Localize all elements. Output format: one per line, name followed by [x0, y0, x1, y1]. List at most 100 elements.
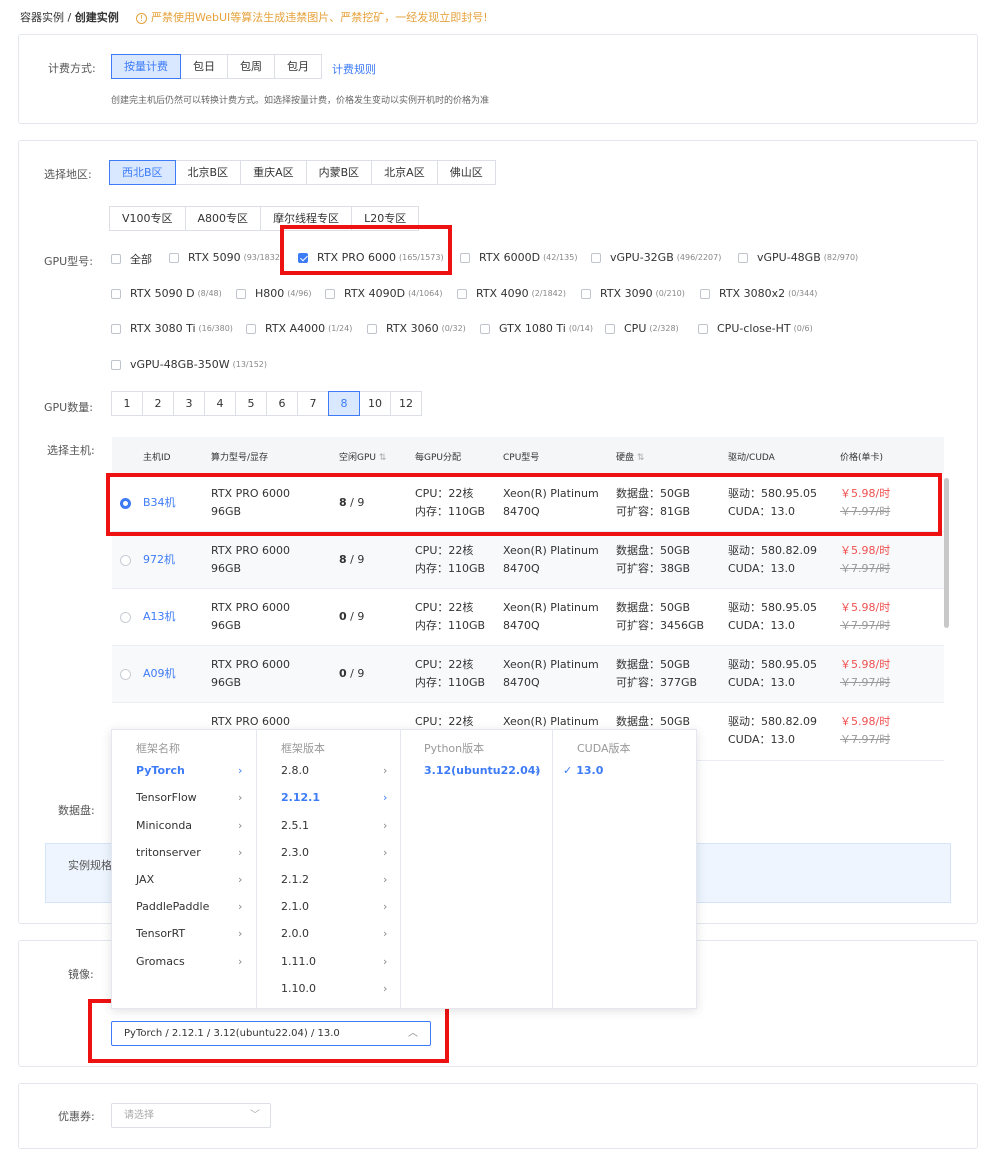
data-disk-label: 数据盘:: [58, 804, 95, 817]
billing-option-payg[interactable]: 按量计费: [111, 54, 181, 79]
gpu-count-option[interactable]: 12: [390, 391, 422, 416]
gpu-check-item[interactable]: RTX 4090D (4/1064): [325, 287, 442, 300]
gpu-count-option[interactable]: 1: [111, 391, 143, 416]
framework-option[interactable]: tritonserver: [136, 846, 201, 864]
billing-option-daily[interactable]: 包日: [180, 54, 228, 79]
table-row[interactable]: A13机 RTX PRO 6000 96GB 0 / 9 CPU：22核 内存：11…: [112, 589, 944, 646]
region-options: 西北B区 北京B区 重庆A区 内蒙B区 北京A区 佛山区: [109, 160, 496, 185]
framework-option[interactable]: TensorRT: [136, 927, 185, 945]
col-free-gpu[interactable]: 空闲GPU: [339, 450, 386, 463]
version-option[interactable]: 2.1.0: [281, 900, 309, 918]
gpu-check-item[interactable]: RTX 5090 (93/1832): [169, 251, 283, 264]
gpu-check-item[interactable]: vGPU-48GB-350W (13/152): [111, 358, 267, 371]
gpu-count-option[interactable]: 10: [359, 391, 391, 416]
billing-note: 创建完主机后仍然可以转换计费方式。如选择按量计费，价格发生变动以实例开机时的价格…: [111, 96, 490, 106]
framework-option[interactable]: PaddlePaddle: [136, 900, 209, 918]
radio-icon[interactable]: [120, 555, 131, 566]
zone-option[interactable]: A800专区: [184, 206, 262, 231]
table-row[interactable]: 972机 RTX PRO 6000 96GB 8 / 9 CPU：22核 内存：11…: [112, 532, 944, 589]
framework-option[interactable]: Miniconda: [136, 819, 192, 837]
image-label: 镜像:: [68, 968, 94, 981]
chevron-right-icon: ›: [383, 955, 388, 968]
region-option[interactable]: 内蒙B区: [305, 160, 373, 185]
python-option[interactable]: 3.12(ubuntu22.04): [424, 764, 540, 782]
version-option[interactable]: 2.0.0: [281, 927, 309, 945]
region-option[interactable]: 北京B区: [174, 160, 242, 185]
version-option[interactable]: 2.5.1: [281, 819, 309, 837]
region-option[interactable]: 西北B区: [109, 160, 176, 185]
gpu-count-option[interactable]: 2: [142, 391, 174, 416]
gpu-check-item[interactable]: GTX 1080 Ti (0/14): [480, 322, 593, 335]
zone-option[interactable]: V100专区: [109, 206, 186, 231]
billing-rules-link[interactable]: 计费规则: [332, 61, 376, 77]
col-driver: 驱动/CUDA: [728, 453, 775, 463]
breadcrumb-sep: /: [67, 11, 72, 24]
version-option[interactable]: 2.3.0: [281, 846, 309, 864]
gpu-count-label: GPU数量:: [44, 401, 93, 414]
gpu-check-item[interactable]: vGPU-32GB (496/2207): [591, 251, 721, 264]
gpu-check-item[interactable]: vGPU-48GB (82/970): [738, 251, 858, 264]
coupon-label: 优惠券:: [58, 1110, 95, 1123]
version-column: 框架版本 2.8.0 › 2.12.1 › 2.5.1 › 2.3.0 › 2.1.2 ›…: [257, 730, 401, 1008]
chevron-right-icon: ›: [383, 764, 388, 777]
framework-option[interactable]: JAX: [136, 873, 154, 891]
chevron-right-icon: ›: [238, 764, 243, 777]
framework-column: 框架名称 PyTorch › TensorFlow › Miniconda › tri…: [112, 730, 257, 1008]
python-column: Python版本 3.12(ubuntu22.04) ›: [401, 730, 553, 1008]
gpu-check-item[interactable]: H800 (4/96): [236, 287, 312, 300]
col-model: 算力型号/显存: [211, 453, 269, 463]
gpu-count-option[interactable]: 5: [235, 391, 267, 416]
host-label: 选择主机:: [47, 444, 95, 457]
gpu-check-item[interactable]: RTX 4090 (2/1842): [457, 287, 566, 300]
chevron-down-icon: ﹀: [250, 1110, 260, 1121]
gpu-check-item[interactable]: RTX 3090 (0/210): [581, 287, 685, 300]
gpu-count-option[interactable]: 4: [204, 391, 236, 416]
version-option[interactable]: 2.8.0: [281, 764, 309, 782]
cuda-option[interactable]: ✓ 13.0: [563, 764, 603, 782]
gpu-count-option[interactable]: 8: [328, 391, 360, 416]
gpu-count-option[interactable]: 7: [297, 391, 329, 416]
billing-option-monthly[interactable]: 包月: [274, 54, 322, 79]
gpu-check-item[interactable]: CPU (2/328): [605, 322, 679, 335]
cuda-column: CUDA版本 ✓ 13.0: [553, 730, 698, 1008]
chevron-right-icon: ›: [238, 819, 243, 832]
version-option[interactable]: 1.10.0: [281, 982, 316, 1000]
gpu-count-option[interactable]: 6: [266, 391, 298, 416]
radio-icon[interactable]: [120, 612, 131, 623]
chevron-right-icon: ›: [383, 900, 388, 913]
gpu-check-item[interactable]: RTX 3060 (0/32): [367, 322, 466, 335]
region-option[interactable]: 重庆A区: [240, 160, 307, 185]
billing-options: 按量计费 包日 包周 包月: [111, 54, 322, 79]
gpu-check-item[interactable]: RTX 5090 D (8/48): [111, 287, 222, 300]
gpu-check-item[interactable]: RTX 3080x2 (0/344): [700, 287, 817, 300]
region-option[interactable]: 北京A区: [371, 160, 438, 185]
gpu-check-item[interactable]: 全部: [111, 251, 152, 267]
framework-option[interactable]: TensorFlow: [136, 791, 197, 809]
chevron-right-icon: ›: [238, 846, 243, 859]
gpu-check-item[interactable]: RTX 6000D (42/135): [460, 251, 577, 264]
chevron-right-icon: ›: [238, 873, 243, 886]
highlight-box: [106, 473, 942, 536]
coupon-select[interactable]: 请选择 ﹀: [111, 1103, 271, 1128]
framework-option[interactable]: PyTorch: [136, 764, 185, 782]
region-option[interactable]: 佛山区: [436, 160, 496, 185]
table-row[interactable]: A09机 RTX PRO 6000 96GB 0 / 9 CPU：22核 内存：11…: [112, 646, 944, 703]
chevron-right-icon: ›: [238, 955, 243, 968]
col-price: 价格(单卡): [840, 453, 884, 463]
version-option[interactable]: 2.12.1: [281, 791, 320, 809]
gpu-check-item[interactable]: CPU-close-HT (0/6): [698, 322, 813, 335]
gpu-check-item[interactable]: RTX 3080 Ti (16/380): [111, 322, 233, 335]
billing-card: [18, 34, 978, 124]
col-host-id: 主机ID: [143, 453, 171, 463]
gpu-check-item[interactable]: RTX A4000 (1/24): [246, 322, 352, 335]
gpu-model-label: GPU型号:: [44, 255, 93, 268]
radio-icon[interactable]: [120, 669, 131, 680]
version-option[interactable]: 1.11.0: [281, 955, 316, 973]
version-option[interactable]: 2.1.2: [281, 873, 309, 891]
breadcrumb-parent[interactable]: 容器实例: [20, 11, 64, 24]
col-disk[interactable]: 硬盘: [616, 450, 644, 463]
gpu-count-option[interactable]: 3: [173, 391, 205, 416]
table-scrollbar[interactable]: [944, 478, 949, 628]
framework-option[interactable]: Gromacs: [136, 955, 185, 973]
billing-option-weekly[interactable]: 包周: [227, 54, 275, 79]
